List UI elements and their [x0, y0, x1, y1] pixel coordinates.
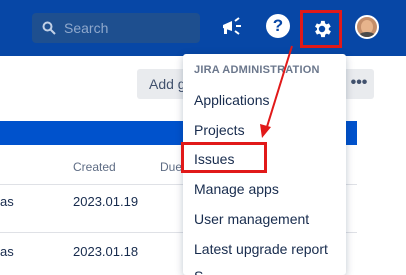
table-cell-created: 2023.01.19: [73, 194, 139, 209]
column-header-due[interactable]: Due: [160, 160, 182, 174]
search-icon: [42, 21, 56, 35]
menu-item-user-management[interactable]: User management: [194, 211, 309, 227]
issues-highlight-box: [181, 142, 267, 173]
more-actions-button[interactable]: •••: [344, 69, 374, 99]
settings-highlight-box: [300, 10, 342, 48]
menu-item-manage-apps[interactable]: Manage apps: [194, 181, 279, 197]
top-navigation-bar: Search ?: [0, 0, 406, 56]
table-cell-summary: as: [0, 194, 14, 209]
avatar[interactable]: [355, 15, 379, 39]
search-placeholder: Search: [64, 20, 109, 36]
menu-item-latest-upgrade-report[interactable]: Latest upgrade report: [194, 241, 328, 257]
menu-item-applications[interactable]: Applications: [194, 92, 270, 108]
menu-item-system[interactable]: S: [194, 268, 203, 275]
table-cell-created: 2023.01.18: [73, 244, 139, 259]
search-input[interactable]: Search: [32, 13, 200, 43]
table-cell-summary: as: [0, 244, 14, 259]
gear-icon[interactable]: [311, 18, 333, 40]
avatar-shirt: [358, 32, 376, 37]
announcement-icon[interactable]: [220, 16, 244, 38]
help-icon[interactable]: ?: [266, 14, 290, 38]
menu-item-projects[interactable]: Projects: [194, 122, 245, 138]
dropdown-heading: JIRA ADMINISTRATION: [194, 64, 320, 76]
column-header-created[interactable]: Created: [73, 160, 116, 174]
